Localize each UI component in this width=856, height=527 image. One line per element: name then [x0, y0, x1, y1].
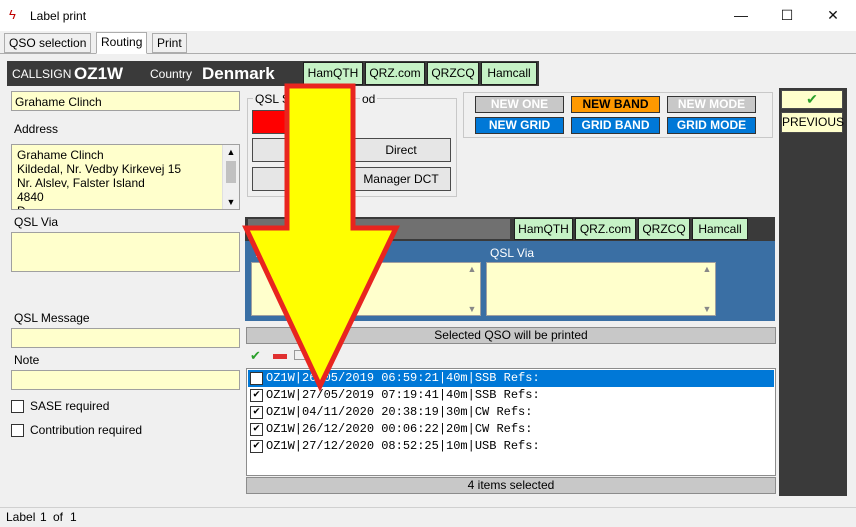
- previous-button[interactable]: PREVIOUS: [781, 112, 844, 133]
- callsign-value: OZ1W: [74, 64, 124, 83]
- status-bar: Label 1 of 1: [0, 507, 856, 527]
- address-scrollbar[interactable]: ▲ ▼: [222, 145, 239, 209]
- minimize-button[interactable]: —: [718, 0, 764, 31]
- manager-qsl-via-label: QSL Via: [490, 246, 535, 260]
- qso-row[interactable]: ✔ OZ1W|04/11/2020 20:38:19|30m|CW Refs:: [248, 404, 774, 421]
- qsl-message-label: QSL Message: [14, 311, 90, 325]
- scroll-up-icon[interactable]: ▲: [700, 264, 714, 274]
- manager-qsl-via-field[interactable]: ▲ ▼: [486, 262, 716, 316]
- qso-row-text: OZ1W|04/11/2020 20:38:19|30m|CW Refs:: [266, 405, 533, 419]
- contribution-label: Contribution required: [30, 423, 143, 437]
- new-grid-flag: NEW GRID: [475, 117, 564, 134]
- qrzcq-button[interactable]: QRZCQ: [427, 62, 479, 85]
- scroll-down-icon[interactable]: ▼: [700, 304, 714, 314]
- arrow-shape: [242, 83, 400, 392]
- address-line: Nr. Alslev, Falster Island: [17, 176, 145, 190]
- qsl-message-field[interactable]: [11, 328, 240, 348]
- qsl-via-label: QSL Via: [14, 215, 59, 229]
- grid-band-flag: GRID BAND: [571, 117, 660, 134]
- country-label: Country: [150, 67, 193, 81]
- address-line: D: [17, 204, 181, 209]
- app-icon: ϟ: [9, 7, 16, 22]
- callsign-label: CALLSIGN: [12, 67, 72, 81]
- qso-row-text: OZ1W|26/12/2020 00:06:22|20m|CW Refs:: [266, 422, 533, 436]
- note-label: Note: [14, 353, 40, 367]
- close-button[interactable]: ✕: [810, 0, 856, 31]
- address-label: Address: [14, 122, 59, 136]
- hamcall-button[interactable]: Hamcall: [481, 62, 537, 85]
- manager-hamcall-button[interactable]: Hamcall: [692, 218, 748, 240]
- status-label: Label: [6, 510, 36, 524]
- address-line: Grahame Clinch: [17, 148, 104, 162]
- address-line: Kildedal, Nr. Vedby Kirkevej 15: [17, 162, 182, 176]
- status-of: of: [53, 510, 64, 524]
- scroll-down-icon[interactable]: ▼: [465, 304, 479, 314]
- tab-print[interactable]: Print: [152, 33, 187, 53]
- qso-row-checkbox[interactable]: ✔: [250, 406, 263, 419]
- qso-row-checkbox[interactable]: ✔: [250, 440, 263, 453]
- qso-row-checkbox[interactable]: ✔: [250, 423, 263, 436]
- address-field[interactable]: Grahame Clinch Kildedal, Nr. Vedby Kirke…: [11, 144, 240, 210]
- maximize-button[interactable]: ☐: [764, 0, 810, 31]
- scroll-up-icon[interactable]: ▲: [223, 145, 239, 159]
- address-line: 4840: [17, 190, 44, 204]
- tab-routing[interactable]: Routing: [96, 32, 148, 54]
- sase-checkbox[interactable]: [11, 400, 24, 413]
- manager-qrzcq-button[interactable]: QRZCQ: [638, 218, 690, 240]
- status-current-page: 1: [40, 510, 47, 524]
- scroll-up-icon[interactable]: ▲: [465, 264, 479, 274]
- confirm-check-icon[interactable]: ✔: [781, 90, 843, 109]
- qso-row[interactable]: ✔ OZ1W|26/12/2020 00:06:22|20m|CW Refs:: [248, 421, 774, 438]
- qso-row[interactable]: ✔ OZ1W|27/12/2020 08:52:25|10m|USB Refs:: [248, 438, 774, 455]
- contribution-checkbox[interactable]: [11, 424, 24, 437]
- scroll-down-icon[interactable]: ▼: [223, 195, 239, 209]
- grid-mode-flag: GRID MODE: [667, 117, 756, 134]
- name-field[interactable]: Grahame Clinch: [11, 91, 240, 111]
- sase-label: SASE required: [30, 399, 110, 413]
- new-mode-flag: NEW MODE: [667, 96, 756, 113]
- window-title: Label print: [30, 9, 87, 23]
- qsl-via-field[interactable]: [11, 232, 240, 272]
- note-field[interactable]: [11, 370, 240, 390]
- new-one-flag: NEW ONE: [475, 96, 564, 113]
- manager-qrzcom-button[interactable]: QRZ.com: [575, 218, 636, 240]
- status-total-pages: 1: [70, 510, 77, 524]
- qso-row-text: OZ1W|27/12/2020 08:52:25|10m|USB Refs:: [266, 439, 540, 453]
- qso-list-footer: 4 items selected: [246, 477, 776, 494]
- manager-hamqth-button[interactable]: HamQTH: [514, 218, 573, 240]
- tab-qso-selection[interactable]: QSO selection: [4, 33, 92, 53]
- scroll-thumb[interactable]: [226, 161, 236, 183]
- down-arrow-annotation: [242, 83, 400, 392]
- new-band-flag: NEW BAND: [571, 96, 660, 113]
- nav-column: [779, 88, 847, 496]
